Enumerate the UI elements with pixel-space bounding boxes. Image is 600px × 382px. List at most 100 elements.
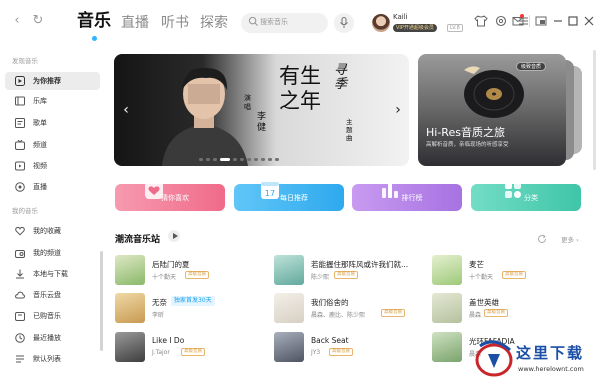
pagination-dot[interactable] bbox=[233, 158, 237, 161]
banner-next-arrow[interactable]: › bbox=[393, 100, 403, 120]
tab-live[interactable]: 直播 bbox=[121, 12, 149, 34]
pagination-dot[interactable] bbox=[199, 158, 203, 161]
more-link[interactable]: 更多 › bbox=[561, 234, 579, 244]
song-artist[interactable]: 陈少熙 bbox=[311, 272, 329, 281]
sidebar-item-label: 视频 bbox=[33, 162, 47, 170]
settings-icon[interactable] bbox=[494, 14, 508, 28]
sidebar-item-recent[interactable]: 最近播放 bbox=[5, 329, 100, 347]
song-title[interactable]: 麦芒 bbox=[469, 259, 484, 270]
user-name[interactable]: Kaili bbox=[393, 13, 408, 21]
pagination-dot[interactable] bbox=[254, 158, 258, 161]
skin-icon[interactable] bbox=[474, 14, 488, 28]
daily-recommend-button[interactable]: 17 每日推荐 bbox=[234, 182, 344, 211]
banner-carousel[interactable]: 有生之年 演唱 李健 主题曲 寻季 bbox=[114, 54, 409, 166]
pagination-dot-active[interactable] bbox=[220, 158, 230, 161]
sidebar-item-purchased[interactable]: 已购音乐 bbox=[5, 307, 100, 325]
main-scrollbar[interactable] bbox=[593, 50, 596, 170]
song-cover[interactable] bbox=[115, 332, 145, 362]
song-cover[interactable] bbox=[432, 255, 462, 285]
sidebar-item-favorites[interactable]: 我的收藏 bbox=[5, 222, 100, 240]
banner-calligraphy: 寻季 bbox=[334, 63, 348, 92]
search-input[interactable]: 搜索音乐 bbox=[260, 17, 288, 27]
song-cover[interactable] bbox=[274, 293, 304, 323]
sidebar-scrollbar[interactable] bbox=[100, 251, 103, 351]
pagination-dot[interactable] bbox=[247, 158, 251, 161]
pagination-dot[interactable] bbox=[206, 158, 210, 161]
song-cover[interactable] bbox=[115, 255, 145, 285]
list-item[interactable]: Back Seat JY3 高级音质 bbox=[274, 332, 424, 362]
play-all-button[interactable] bbox=[168, 230, 180, 242]
song-cover[interactable] bbox=[115, 293, 145, 323]
song-title[interactable]: 无奈 bbox=[152, 297, 167, 308]
category-label: 分类 bbox=[524, 194, 538, 202]
sidebar-item-playlist[interactable]: 歌单 bbox=[5, 114, 100, 132]
song-artist[interactable]: 晨森 bbox=[469, 310, 481, 319]
list-item[interactable]: 无奈 李昕 独家首发30天 bbox=[115, 293, 265, 323]
tab-music[interactable]: 音乐 bbox=[77, 10, 111, 32]
voice-search-button[interactable] bbox=[334, 13, 354, 33]
sidebar-item-channel[interactable]: 频道 bbox=[5, 136, 100, 154]
song-artist[interactable]: J.Tajor bbox=[152, 349, 170, 356]
song-cover[interactable] bbox=[432, 332, 462, 362]
vip-badge[interactable]: VIP开通超级会员 bbox=[393, 24, 437, 32]
song-artist[interactable]: JY3 bbox=[311, 349, 320, 356]
chart-ranking-button[interactable]: 排行榜 bbox=[352, 183, 462, 211]
guess-you-like-button[interactable]: 猜你喜欢 bbox=[115, 181, 225, 211]
recent-icon bbox=[15, 333, 25, 343]
song-artist[interactable]: 晨森、鹿比、陈少熙 bbox=[311, 310, 365, 319]
sidebar-item-default-list[interactable]: 默认列表 bbox=[5, 350, 100, 368]
sidebar-item-local-download[interactable]: 本地与下载 bbox=[5, 265, 100, 283]
list-icon bbox=[16, 355, 24, 363]
hires-banner[interactable]: 级致音质 Hi-Res音质之旅 高解析音质，亲临现场的听感享受 bbox=[418, 54, 566, 166]
sidebar-item-recommend[interactable]: 为你推荐 bbox=[5, 72, 100, 90]
song-artist[interactable]: 十个勤天 bbox=[469, 272, 493, 281]
list-item[interactable]: 我们俗舍的 晨森、鹿比、陈少熙 高级音质 bbox=[274, 293, 424, 323]
song-title[interactable]: 盖世英雄 bbox=[469, 297, 499, 308]
song-cover[interactable] bbox=[432, 293, 462, 323]
song-title[interactable]: 我们俗舍的 bbox=[311, 297, 349, 308]
maximize-icon[interactable] bbox=[566, 14, 580, 28]
pagination-dot[interactable] bbox=[275, 158, 279, 161]
sidebar-item-cloud[interactable]: 音乐云盘 bbox=[5, 286, 100, 304]
song-title[interactable]: 若能握住那阵风或许我们就... bbox=[311, 259, 408, 270]
watermark-url: www.herelownt.com bbox=[518, 365, 584, 373]
refresh-icon[interactable] bbox=[537, 234, 547, 244]
pagination-dot[interactable] bbox=[268, 158, 272, 161]
close-icon[interactable] bbox=[582, 14, 596, 28]
list-item[interactable]: 麦芒 十个勤天 高级音质 bbox=[432, 255, 582, 285]
sidebar-item-library[interactable]: 乐库 bbox=[5, 92, 100, 110]
list-item[interactable]: 后陆门的夏 十个勤天 高级音质 bbox=[115, 255, 265, 285]
tab-audiobook[interactable]: 听书 bbox=[161, 12, 189, 34]
pagination-dot[interactable] bbox=[261, 158, 265, 161]
song-title[interactable]: Like I Do bbox=[152, 336, 184, 345]
song-title[interactable]: 后陆门的夏 bbox=[152, 259, 190, 270]
list-item[interactable]: 若能握住那阵风或许我们就... 陈少熙 高级音质 bbox=[274, 255, 424, 285]
song-cover[interactable] bbox=[274, 255, 304, 285]
minimize-icon[interactable] bbox=[551, 14, 565, 28]
mini-mode-icon[interactable] bbox=[534, 14, 548, 28]
sidebar-item-live[interactable]: 直播 bbox=[5, 178, 100, 196]
song-title[interactable]: Back Seat bbox=[311, 336, 349, 345]
sidebar-item-my-channel[interactable]: 我的频道 bbox=[5, 244, 100, 262]
list-item[interactable]: 盖世英雄 晨森 高级音质 bbox=[432, 293, 582, 323]
site-watermark: 这里下载 www.herelownt.com bbox=[474, 336, 596, 380]
search-box[interactable]: 搜索音乐 bbox=[241, 13, 328, 33]
banner-prev-arrow[interactable]: ‹ bbox=[121, 100, 131, 120]
song-artist[interactable]: 十个勤天 bbox=[152, 272, 176, 281]
sidebar-item-video[interactable]: 视频 bbox=[5, 157, 100, 175]
recommend-icon bbox=[15, 76, 25, 86]
list-item[interactable]: Like I Do J.Tajor 高级音质 bbox=[115, 332, 265, 362]
watermark-brand: 这里下载 bbox=[516, 344, 585, 362]
tab-explore[interactable]: 探索 bbox=[200, 12, 228, 34]
pagination-dot[interactable] bbox=[213, 158, 217, 161]
avatar[interactable] bbox=[372, 14, 390, 32]
toolbar-divider bbox=[529, 15, 530, 27]
refresh-nav-icon[interactable]: ↻ bbox=[30, 13, 46, 29]
song-artist[interactable]: 李昕 bbox=[152, 310, 164, 319]
category-button[interactable]: 分类 bbox=[471, 182, 581, 211]
banner-singer-photo bbox=[162, 67, 248, 166]
pagination-dot[interactable] bbox=[240, 158, 244, 161]
song-cover[interactable] bbox=[274, 332, 304, 362]
back-icon[interactable]: ‹ bbox=[9, 13, 25, 29]
hires-badge: 级致音质 bbox=[516, 62, 547, 71]
